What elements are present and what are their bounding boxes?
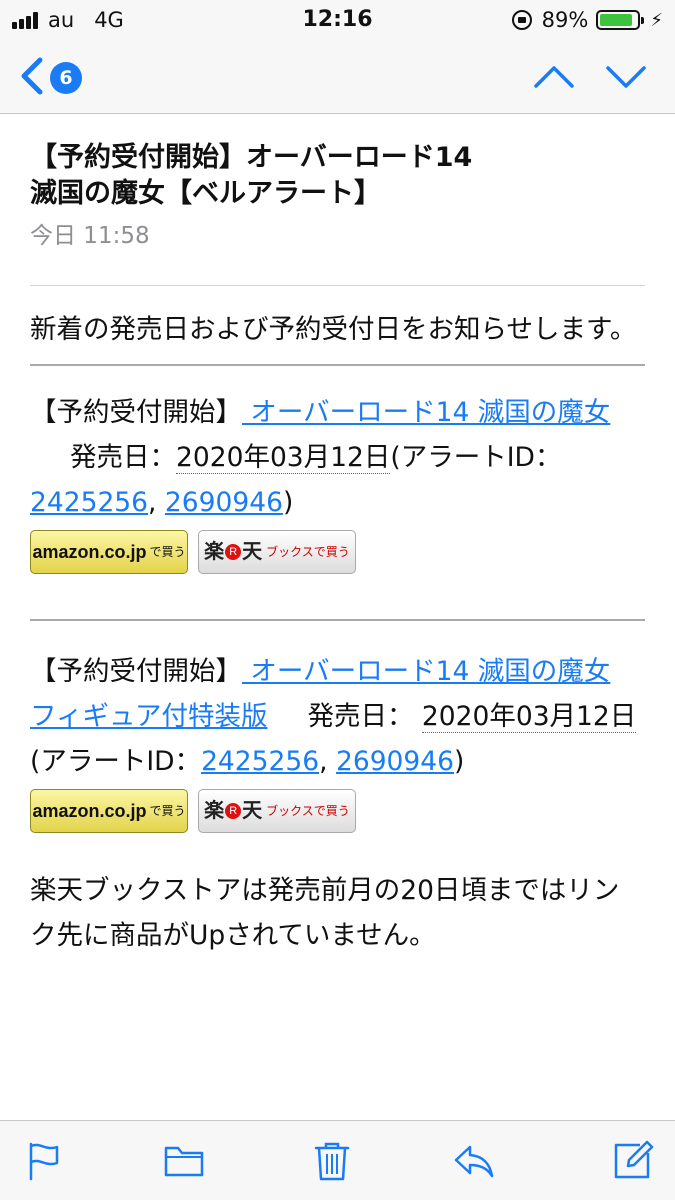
alert-id-link[interactable]: 2425256 [30, 487, 148, 518]
compose-icon[interactable] [610, 1139, 654, 1183]
unread-count-badge[interactable]: 6 [50, 62, 82, 94]
release-date: 2020年03月12日 [176, 442, 391, 474]
status-prefix: 【予約受付開始】 [30, 397, 242, 428]
message-date: 今日 11:58 [30, 223, 150, 249]
message-body: 新着の発売日および予約受付日をお知らせします。 【予約受付開始】 オーバーロード… [30, 287, 645, 1099]
message-header: 【予約受付開始】オーバーロード14 滅国の魔女【ベルアラート】 今日 11:58 [30, 114, 645, 286]
trash-icon[interactable] [310, 1139, 354, 1183]
battery-fill [600, 14, 633, 26]
rakuten-buy-label: ブックスで買う [266, 544, 350, 559]
alert-id-link[interactable]: 2425256 [201, 746, 319, 777]
previous-message-icon[interactable] [532, 62, 576, 92]
folder-icon[interactable] [162, 1139, 206, 1183]
message-subject: 【予約受付開始】オーバーロード14 滅国の魔女【ベルアラート】 [30, 140, 645, 212]
rakuten-buy-button[interactable]: 楽 R 天ブックスで買う [198, 789, 356, 833]
amazon-buy-button[interactable]: amazon.co.jp で買う [30, 789, 188, 833]
amazon-buy-label: で買う [149, 544, 186, 559]
alert-prefix: (アラートID： [390, 442, 562, 473]
status-right: 89% ⚡ [511, 8, 663, 32]
subject-line-1: 【予約受付開始】オーバーロード14 [30, 142, 473, 173]
rakuten-r-icon: R [225, 803, 242, 819]
release-item-text: 【予約受付開始】 オーバーロード14 滅国の魔女発売日：2020年03月12日(… [30, 390, 645, 525]
product-title-link[interactable]: オーバーロード14 滅国の魔女 [242, 397, 610, 428]
rakuten-logo-a: 楽 [204, 540, 225, 563]
alert-id-link[interactable]: 2690946 [336, 746, 454, 777]
release-date: 2020年03月12日 [421, 701, 637, 733]
reply-icon[interactable] [452, 1139, 496, 1183]
divider [30, 619, 645, 621]
rotation-lock-icon [511, 10, 532, 30]
amazon-buy-button[interactable]: amazon.co.jp で買う [30, 530, 188, 574]
rakuten-r-icon: R [225, 544, 242, 560]
status-prefix: 【予約受付開始】 [30, 656, 242, 687]
rakuten-buy-label: ブックスで買う [266, 803, 350, 818]
store-buttons: amazon.co.jp で買う 楽 R 天ブックスで買う [30, 788, 645, 834]
divider [30, 364, 645, 366]
release-label: 発売日： [307, 701, 414, 732]
flag-icon[interactable] [22, 1139, 66, 1183]
release-item-text: 【予約受付開始】 オーバーロード14 滅国の魔女 フィギュア付特装版 発売日： 2… [30, 649, 645, 784]
alert-id-link[interactable]: 2690946 [165, 487, 283, 518]
alert-prefix: (アラートID： [30, 746, 202, 777]
alert-suffix: ) [282, 487, 294, 518]
rakuten-buy-button[interactable]: 楽 R 天ブックスで買う [198, 530, 356, 574]
alert-suffix: ) [454, 746, 465, 777]
rakuten-logo-a: 楽 [204, 799, 225, 822]
intro-text: 新着の発売日および予約受付日をお知らせします。 [30, 314, 637, 345]
rakuten-logo-b: 天 [242, 799, 263, 822]
next-message-icon[interactable] [604, 62, 648, 92]
subject-line-2: 滅国の魔女【ベルアラート】 [30, 178, 381, 209]
amazon-logo-text: amazon.co.jp [32, 800, 147, 821]
release-label: 発売日： [70, 442, 176, 473]
battery-tip [641, 17, 645, 24]
navigation-bar: 6 [0, 40, 675, 114]
rakuten-logo-b: 天 [242, 540, 263, 563]
bottom-toolbar [0, 1120, 675, 1200]
amazon-logo-text: amazon.co.jp [32, 541, 147, 562]
back-chevron-icon[interactable] [14, 54, 50, 98]
alert-separator: , [319, 746, 328, 777]
battery-icon [596, 10, 645, 30]
battery-percent: 89% [541, 8, 589, 32]
status-bar: au 4G 12:16 89% ⚡ [0, 0, 675, 40]
store-buttons: amazon.co.jp で買う 楽 R 天ブックスで買う [30, 529, 645, 575]
charging-icon: ⚡ [650, 9, 663, 31]
release-item: 【予約受付開始】 オーバーロード14 滅国の魔女発売日：2020年03月12日(… [30, 390, 645, 575]
release-item: 【予約受付開始】 オーバーロード14 滅国の魔女 フィギュア付特装版 発売日： 2… [30, 649, 645, 834]
alert-separator: , [148, 487, 157, 518]
amazon-buy-label: で買う [149, 803, 186, 818]
closing-note: 楽天ブックストアは発売前月の20日頃まではリンク先に商品がUpされていません。 [30, 875, 620, 951]
